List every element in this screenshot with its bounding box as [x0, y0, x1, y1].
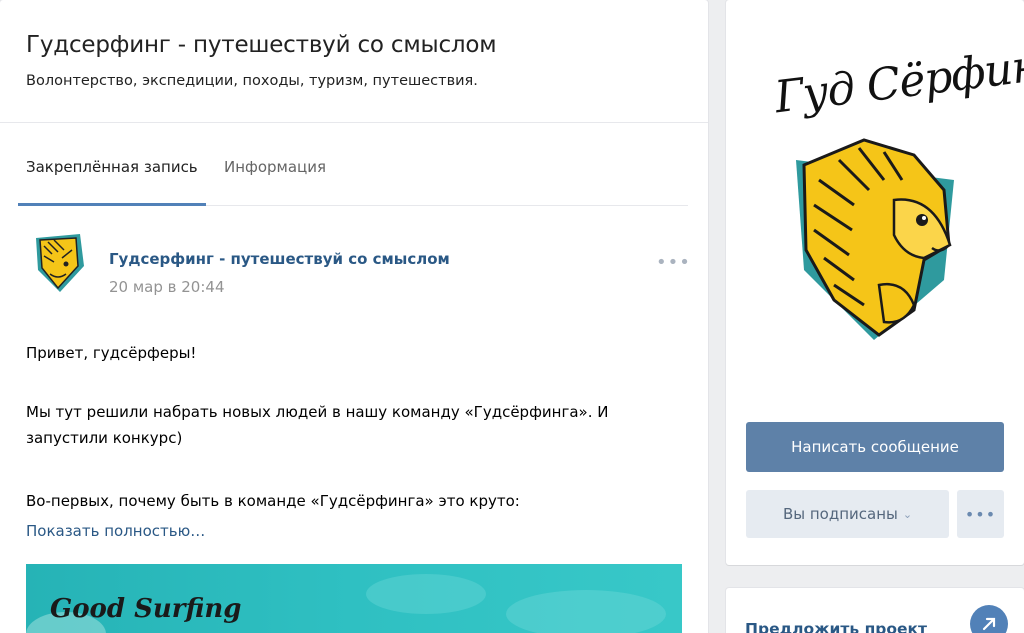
- hedgehog-logo-icon: [796, 138, 954, 340]
- more-dots-icon[interactable]: •••: [656, 252, 691, 273]
- group-cover[interactable]: Гуд Сёрфинг: [744, 30, 1024, 360]
- subscribed-label: Вы подписаны: [782, 505, 898, 523]
- page-title: Гудсерфинг - путешествуй со смыслом: [26, 32, 497, 58]
- post-author-link[interactable]: Гудсерфинг - путешествуй со смыслом: [109, 250, 450, 268]
- tab-pinned-post[interactable]: Закреплённая запись: [26, 158, 198, 176]
- post-date[interactable]: 20 мар в 20:44: [109, 278, 225, 296]
- banner-logo-text: Good Surfing: [50, 594, 242, 624]
- chevron-down-icon: ⌄: [902, 507, 913, 521]
- propose-project-link[interactable]: Предложить проект: [745, 620, 927, 633]
- post-paragraph: Привет, гудсёрферы!: [26, 344, 197, 362]
- avatar[interactable]: [30, 230, 86, 294]
- hedgehog-mascot-icon: [36, 234, 84, 292]
- post-paragraph: Во-первых, почему быть в команде «Гудсёр…: [26, 492, 520, 510]
- tabs-bar: Закреплённая запись Информация: [18, 140, 688, 206]
- post-image[interactable]: Good Surfing: [26, 564, 682, 633]
- tab-information[interactable]: Информация: [224, 158, 326, 176]
- post-paragraph: Мы тут решили набрать новых людей в нашу…: [26, 403, 609, 447]
- subscribed-dropdown[interactable]: Вы подписаны ⌄: [746, 490, 949, 538]
- more-dots-icon[interactable]: •••: [957, 490, 1004, 538]
- divider: [0, 122, 708, 123]
- group-status: Волонтерство, экспедиции, походы, туризм…: [26, 73, 478, 89]
- show-more-link[interactable]: Показать полностью…: [26, 522, 205, 540]
- write-message-button[interactable]: Написать сообщение: [746, 422, 1004, 472]
- active-tab-indicator: [18, 203, 206, 206]
